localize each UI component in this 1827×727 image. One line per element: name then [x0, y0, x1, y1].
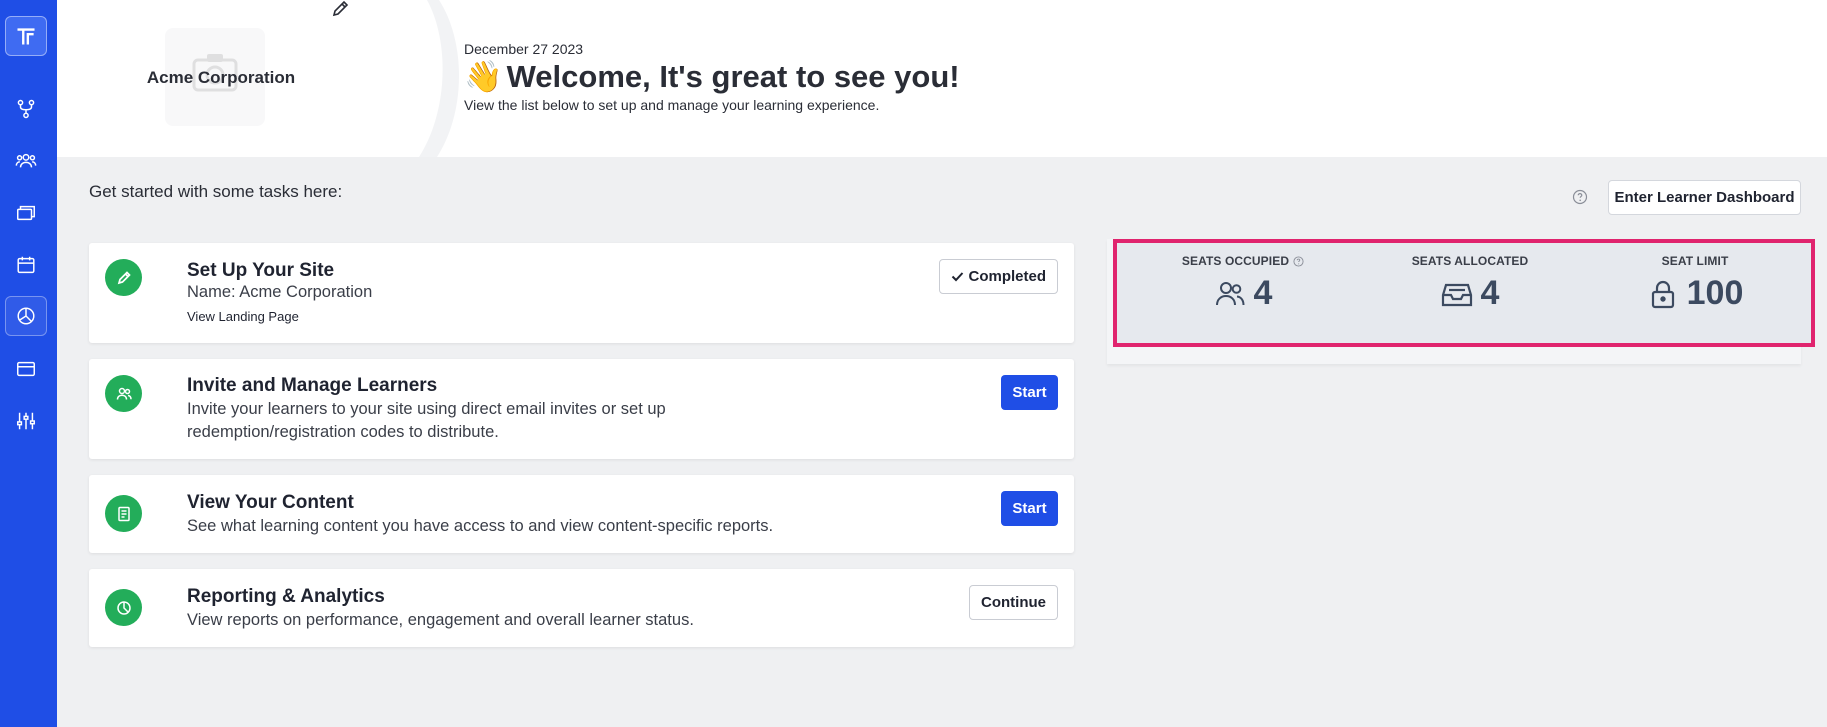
- welcome-header: Acme Corporation December 27 2023 👋 Welc…: [57, 0, 1827, 157]
- task-card-setup-site: Set Up Your Site Name: Acme Corporation …: [89, 243, 1074, 343]
- lock-icon: [1651, 280, 1674, 308]
- edit-logo-icon[interactable]: [329, 0, 351, 18]
- task-card-reporting: Reporting & Analytics View reports on pe…: [89, 569, 1074, 647]
- seats-allocated-label: SEATS ALLOCATED: [1411, 254, 1529, 268]
- check-icon: [952, 272, 964, 282]
- seat-limit-label: SEAT LIMIT: [1661, 254, 1729, 268]
- task-title: View Your Content: [187, 492, 354, 513]
- calendar-icon[interactable]: [5, 245, 47, 285]
- waving-hand-icon: 👋: [464, 59, 503, 94]
- page-title: 👋 Welcome, It's great to see you!: [464, 58, 960, 95]
- continue-reporting-button[interactable]: Continue: [969, 585, 1058, 620]
- seat-limit-stat: SEAT LIMIT 100: [1595, 243, 1795, 313]
- users-icon: [105, 375, 142, 412]
- app: Acme Corporation December 27 2023 👋 Welc…: [0, 0, 1827, 727]
- enter-learner-dashboard-button[interactable]: Enter Learner Dashboard: [1608, 180, 1801, 215]
- workflow-icon[interactable]: [5, 89, 47, 129]
- task-title: Set Up Your Site: [187, 260, 335, 281]
- users-icon[interactable]: [5, 141, 47, 181]
- task-title: Reporting & Analytics: [187, 586, 385, 607]
- window-icon[interactable]: [5, 349, 47, 389]
- sliders-icon[interactable]: [5, 401, 47, 441]
- help-icon[interactable]: [1572, 189, 1588, 205]
- task-description: Invite your learners to your site using …: [187, 400, 666, 441]
- welcome-text: Welcome, It's great to see you!: [506, 58, 960, 94]
- chart-icon[interactable]: [5, 296, 47, 336]
- seats-summary-panel: SEATS OCCUPIED 4 SEATS ALLOCATED 4 SEAT …: [1113, 239, 1815, 347]
- seats-allocated-value: 4: [1480, 274, 1500, 312]
- org-name: Acme Corporation: [146, 68, 296, 87]
- completed-button[interactable]: Completed: [939, 259, 1058, 294]
- logo-icon[interactable]: [5, 16, 47, 56]
- seats-occupied-value: 4: [1253, 274, 1273, 312]
- info-icon[interactable]: [1293, 255, 1304, 267]
- task-title: Invite and Manage Learners: [187, 375, 438, 396]
- view-landing-page-link[interactable]: View Landing Page: [187, 309, 299, 324]
- seats-occupied-stat: SEATS OCCUPIED 4: [1143, 243, 1343, 313]
- library-icon[interactable]: [5, 193, 47, 233]
- seat-limit-value: 100: [1686, 274, 1744, 312]
- current-date: December 27 2023: [464, 41, 584, 57]
- task-description: View reports on performance, engagement …: [187, 611, 694, 629]
- header-subtitle: View the list below to set up and manage…: [464, 97, 880, 113]
- seats-occupied-label: SEATS OCCUPIED: [1181, 254, 1290, 268]
- task-description: Name: Acme Corporation: [187, 283, 373, 301]
- users-icon: [1215, 281, 1245, 305]
- start-content-button[interactable]: Start: [1001, 491, 1058, 526]
- header-wave-decoration: [357, 0, 459, 157]
- chart-icon: [105, 589, 142, 626]
- content-icon: [105, 495, 142, 532]
- pencil-icon: [105, 259, 142, 296]
- task-card-invite-learners: Invite and Manage Learners Invite your l…: [89, 359, 1074, 459]
- start-invite-button[interactable]: Start: [1001, 375, 1058, 410]
- sidebar: [0, 0, 57, 727]
- seats-allocated-stat: SEATS ALLOCATED 4: [1370, 243, 1570, 313]
- task-description: See what learning content you have acces…: [187, 517, 774, 535]
- tasks-intro: Get started with some tasks here:: [89, 182, 343, 201]
- completed-label: Completed: [968, 268, 1046, 285]
- inbox-icon: [1441, 283, 1472, 306]
- task-card-view-content: View Your Content See what learning cont…: [89, 475, 1074, 553]
